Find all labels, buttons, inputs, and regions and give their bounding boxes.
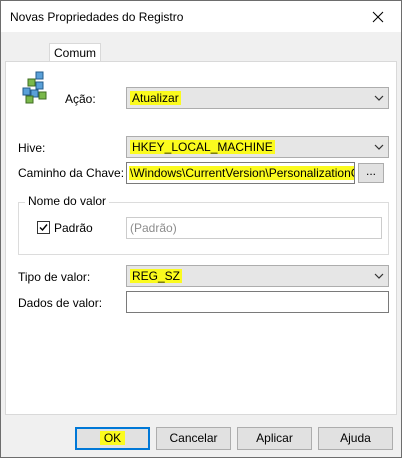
default-checkbox-label: Padrão [54,221,93,235]
value-type-select[interactable]: REG_SZ [126,265,389,287]
close-button[interactable] [355,1,401,32]
value-name-group-label: Nome do valor [25,194,110,208]
dialog-window: Novas Propriedades do Registro Comum Açã… [0,0,402,458]
chevron-down-icon [374,95,384,101]
browse-button[interactable]: ... [358,163,384,183]
checkmark-icon [39,224,48,232]
registry-icon [22,71,47,104]
hive-label: Hive: [18,141,46,155]
chevron-down-icon [374,144,384,150]
value-data-label: Dados de valor: [18,296,103,310]
key-path-field[interactable]: \Windows\CurrentVersion\PersonalizationC… [126,162,355,184]
close-icon [372,11,384,22]
ok-button[interactable]: OK [75,427,150,450]
action-label: Ação: [65,92,96,106]
apply-button[interactable]: Aplicar [237,427,312,450]
ok-button-label: OK [99,431,126,445]
value-type-value: REG_SZ [130,269,183,283]
title-bar: Novas Propriedades do Registro [1,1,401,32]
hive-select[interactable]: HKEY_LOCAL_MACHINE [126,136,389,158]
default-checkbox[interactable] [37,221,50,234]
value-name-field: (Padrão) [126,217,382,239]
tab-panel: Ação: Atualizar Hive: HKEY_LOCAL_MACHINE… [5,61,397,415]
window-title: Novas Propriedades do Registro [10,10,184,24]
action-select[interactable]: Atualizar [126,87,389,109]
tab-comum[interactable]: Comum [49,43,101,62]
key-path-value: \Windows\CurrentVersion\PersonalizationC… [129,166,354,180]
hive-value: HKEY_LOCAL_MACHINE [130,140,275,154]
chevron-down-icon [374,273,384,279]
value-type-label: Tipo de valor: [18,270,91,284]
value-data-field[interactable] [126,291,389,313]
cancel-button[interactable]: Cancelar [156,427,231,450]
value-name-placeholder: (Padrão) [130,221,177,235]
action-value: Atualizar [130,91,181,105]
key-path-label: Caminho da Chave: [18,166,125,180]
help-button[interactable]: Ajuda [318,427,393,450]
